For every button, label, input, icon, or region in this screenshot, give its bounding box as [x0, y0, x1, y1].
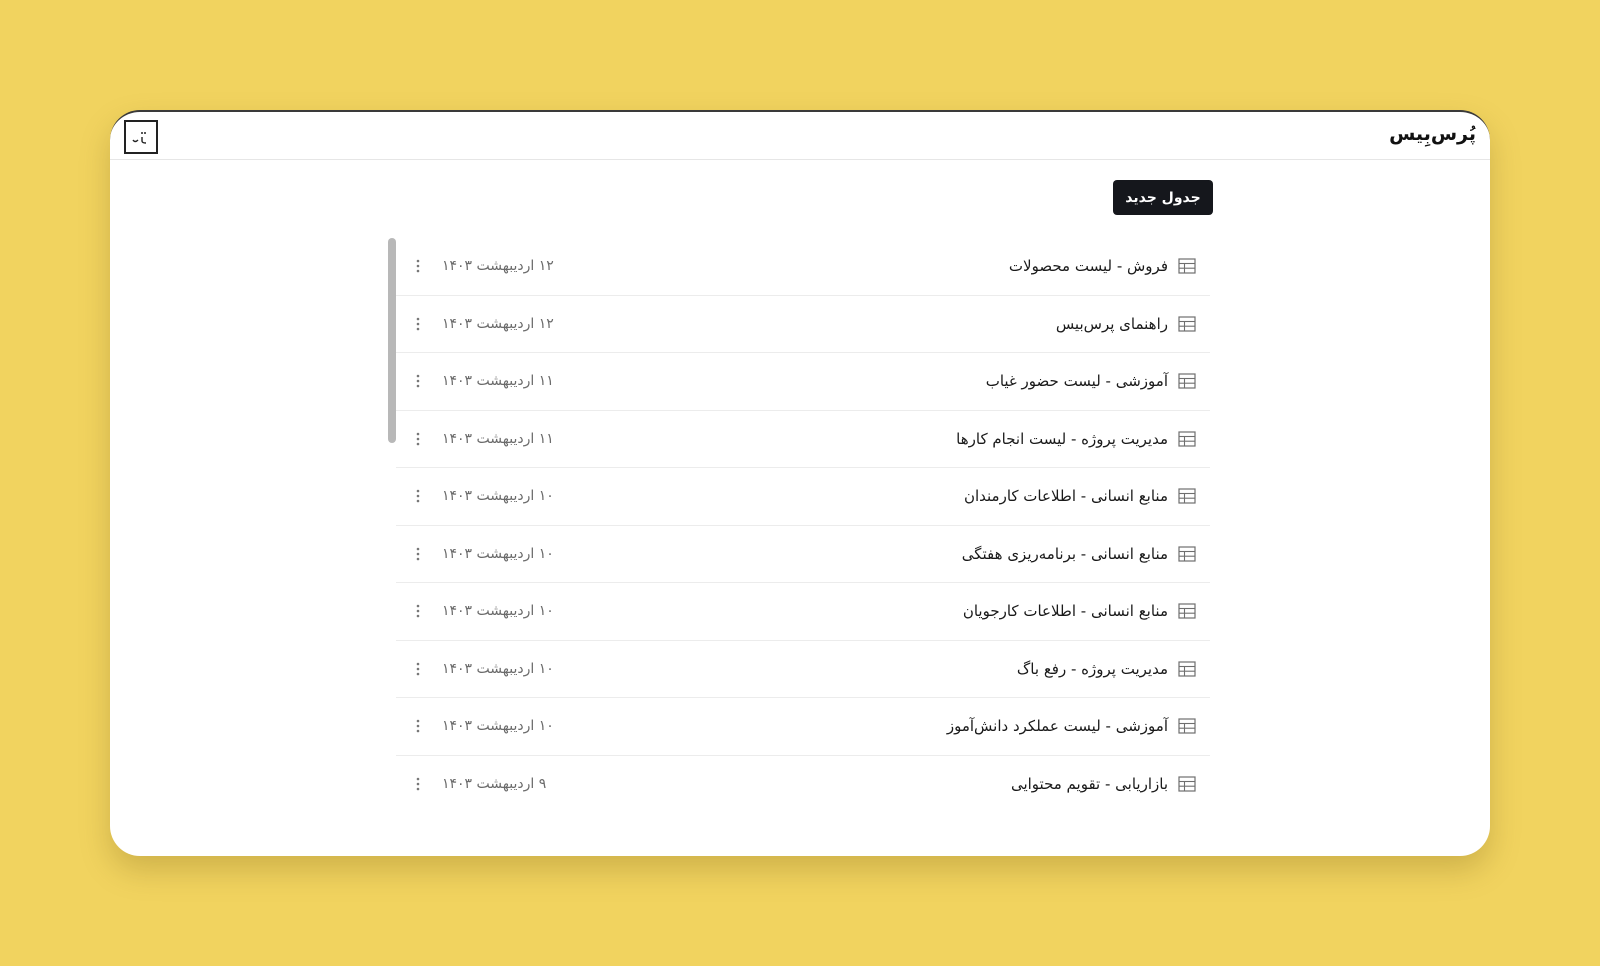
brand-title: پُرس‌بِیس — [1389, 123, 1476, 145]
table-title[interactable]: آموزشی - لیست عملکرد دانش‌آموز — [947, 717, 1168, 735]
table-row[interactable]: منابع انسانی - اطلاعات کارجویان ۱۰ اردیب… — [396, 583, 1210, 641]
table-title[interactable]: منابع انسانی - اطلاعات کارجویان — [963, 602, 1168, 620]
table-row[interactable]: منابع انسانی - برنامه‌ریزی هفتگی ۱۰ اردی… — [396, 526, 1210, 583]
more-options-icon[interactable] — [410, 659, 426, 679]
table-icon — [1178, 718, 1196, 734]
more-options-icon[interactable] — [410, 716, 426, 736]
table-icon — [1178, 776, 1196, 792]
table-date: ۹ اردیبهشت ۱۴۰۳ — [442, 776, 547, 793]
row-meta-group: ۹ اردیبهشت ۱۴۰۳ — [410, 756, 546, 814]
table-title[interactable]: منابع انسانی - اطلاعات کارمندان — [964, 487, 1168, 505]
table-icon — [1178, 316, 1196, 332]
table-title[interactable]: آموزشی - لیست حضور غیاب — [986, 372, 1168, 390]
table-title[interactable]: راهنمای پرس‌بیس — [1056, 315, 1168, 333]
table-title[interactable]: بازاریابی - تقویم محتوایی — [1011, 775, 1168, 793]
table-icon — [1178, 488, 1196, 504]
top-bar: پُرس‌بِیس — [110, 112, 1490, 160]
table-icon — [1178, 431, 1196, 447]
row-title-group: مدیریت پروژه - لیست انجام کارها — [956, 411, 1196, 468]
logo-icon[interactable] — [124, 120, 158, 154]
table-date: ۱۰ اردیبهشت ۱۴۰۳ — [442, 603, 554, 620]
row-title-group: منابع انسانی - برنامه‌ریزی هفتگی — [962, 526, 1196, 583]
table-row[interactable]: فروش - لیست محصولات ۱۲ اردیبهشت ۱۴۰۳ — [396, 238, 1210, 296]
table-row[interactable]: مدیریت پروژه - لیست انجام کارها ۱۱ اردیب… — [396, 411, 1210, 468]
table-title[interactable]: فروش - لیست محصولات — [1009, 257, 1168, 275]
table-icon — [1178, 603, 1196, 619]
more-options-icon[interactable] — [410, 601, 426, 621]
table-row[interactable]: مدیریت پروژه - رفع باگ ۱۰ اردیبهشت ۱۴۰۳ — [396, 641, 1210, 698]
row-title-group: منابع انسانی - اطلاعات کارمندان — [964, 468, 1196, 525]
table-title[interactable]: مدیریت پروژه - لیست انجام کارها — [956, 430, 1168, 448]
more-options-icon[interactable] — [410, 486, 426, 506]
more-options-icon[interactable] — [410, 544, 426, 564]
row-title-group: بازاریابی - تقویم محتوایی — [1011, 756, 1196, 814]
row-title-group: آموزشی - لیست حضور غیاب — [986, 353, 1196, 410]
table-icon — [1178, 661, 1196, 677]
row-title-group: منابع انسانی - اطلاعات کارجویان — [963, 583, 1196, 640]
row-title-group: فروش - لیست محصولات — [1009, 238, 1196, 295]
table-date: ۱۱ اردیبهشت ۱۴۰۳ — [442, 373, 554, 390]
table-icon — [1178, 546, 1196, 562]
table-title[interactable]: مدیریت پروژه - رفع باگ — [1017, 660, 1168, 678]
row-title-group: راهنمای پرس‌بیس — [1056, 296, 1196, 353]
table-row[interactable]: راهنمای پرس‌بیس ۱۲ اردیبهشت ۱۴۰۳ — [396, 296, 1210, 353]
row-meta-group: ۱۲ اردیبهشت ۱۴۰۳ — [410, 296, 554, 353]
app-window: پُرس‌بِیس جدول جدید فروش - لیست محصولات — [110, 110, 1490, 856]
row-meta-group: ۱۰ اردیبهشت ۱۴۰۳ — [410, 526, 554, 583]
row-meta-group: ۱۰ اردیبهشت ۱۴۰۳ — [410, 583, 554, 640]
row-meta-group: ۱۱ اردیبهشت ۱۴۰۳ — [410, 353, 554, 410]
row-meta-group: ۱۰ اردیبهشت ۱۴۰۳ — [410, 468, 554, 525]
row-meta-group: ۱۱ اردیبهشت ۱۴۰۳ — [410, 411, 554, 468]
table-row[interactable]: آموزشی - لیست عملکرد دانش‌آموز ۱۰ اردیبه… — [396, 698, 1210, 756]
row-title-group: آموزشی - لیست عملکرد دانش‌آموز — [947, 698, 1196, 755]
more-options-icon[interactable] — [410, 371, 426, 391]
table-date: ۱۰ اردیبهشت ۱۴۰۳ — [442, 660, 554, 677]
table-date: ۱۱ اردیبهشت ۱۴۰۳ — [442, 430, 554, 447]
row-title-group: مدیریت پروژه - رفع باگ — [1017, 641, 1196, 698]
table-date: ۱۰ اردیبهشت ۱۴۰۳ — [442, 718, 554, 735]
table-title[interactable]: منابع انسانی - برنامه‌ریزی هفتگی — [962, 545, 1168, 563]
table-icon — [1178, 258, 1196, 274]
table-row[interactable]: منابع انسانی - اطلاعات کارمندان ۱۰ اردیب… — [396, 468, 1210, 526]
table-date: ۱۰ اردیبهشت ۱۴۰۳ — [442, 545, 554, 562]
more-options-icon[interactable] — [410, 256, 426, 276]
more-options-icon[interactable] — [410, 314, 426, 334]
table-date: ۱۲ اردیبهشت ۱۴۰۳ — [442, 258, 554, 275]
table-row[interactable]: آموزشی - لیست حضور غیاب ۱۱ اردیبهشت ۱۴۰۳ — [396, 353, 1210, 411]
row-meta-group: ۱۰ اردیبهشت ۱۴۰۳ — [410, 641, 554, 698]
row-meta-group: ۱۰ اردیبهشت ۱۴۰۳ — [410, 698, 554, 755]
table-date: ۱۲ اردیبهشت ۱۴۰۳ — [442, 315, 554, 332]
table-date: ۱۰ اردیبهشت ۱۴۰۳ — [442, 488, 554, 505]
row-meta-group: ۱۲ اردیبهشت ۱۴۰۳ — [410, 238, 554, 295]
list-scrollbar[interactable] — [388, 238, 396, 443]
table-row[interactable]: بازاریابی - تقویم محتوایی ۹ اردیبهشت ۱۴۰… — [396, 756, 1210, 814]
new-table-button[interactable]: جدول جدید — [1113, 180, 1213, 215]
table-list: فروش - لیست محصولات ۱۲ اردیبهشت ۱۴۰۳ راه… — [396, 238, 1210, 813]
table-icon — [1178, 373, 1196, 389]
more-options-icon[interactable] — [410, 774, 426, 794]
more-options-icon[interactable] — [410, 429, 426, 449]
